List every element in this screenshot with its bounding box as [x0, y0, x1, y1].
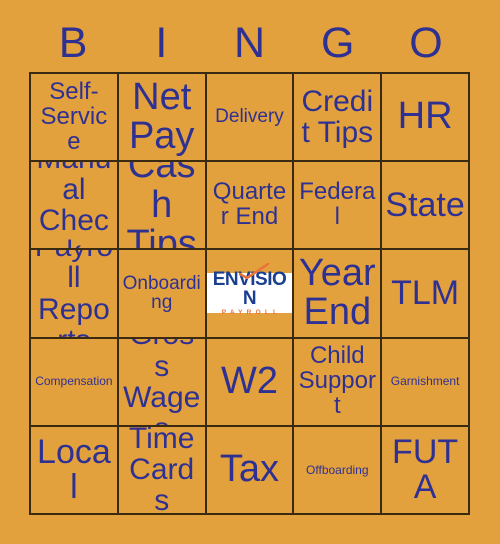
bingo-cell[interactable]: Onboarding	[118, 250, 207, 339]
bingo-cell[interactable]: Federal	[294, 162, 383, 251]
bingo-cell[interactable]: HR	[382, 74, 470, 163]
bingo-header-letter-n: N	[233, 18, 266, 67]
bingo-cell[interactable]: Cash Tips	[118, 162, 207, 251]
bingo-cell[interactable]: Garnishment	[382, 338, 470, 427]
bingo-cell[interactable]: Local	[31, 426, 119, 515]
bingo-header-row: BINGO	[29, 14, 470, 72]
bingo-cell[interactable]: FUTA	[382, 426, 470, 515]
bingo-cell[interactable]: Payroll Reports	[31, 250, 119, 339]
bingo-cell[interactable]: Manual Check	[31, 162, 119, 251]
bingo-cell[interactable]: Year End	[294, 250, 383, 339]
bingo-cell[interactable]: State	[382, 162, 470, 251]
logo-wordmark: ENVISION	[207, 263, 293, 308]
bingo-cell[interactable]: Net Pay	[118, 74, 207, 163]
bingo-free-space-logo-cell[interactable]: ENVISION PAYROLL	[206, 250, 295, 339]
bingo-header-letter-b: B	[58, 18, 88, 67]
bingo-cell[interactable]: TLM	[382, 250, 470, 339]
bingo-header-letter-g: G	[320, 18, 355, 67]
bingo-cell[interactable]: W2	[206, 338, 295, 427]
bingo-cell[interactable]: Credit Tips	[294, 74, 383, 163]
bingo-header-letter-o: O	[409, 18, 443, 67]
bingo-cell[interactable]: Time Cards	[118, 426, 207, 515]
bingo-cell[interactable]: Child Support	[294, 338, 383, 427]
logo-subtext: PAYROLL	[221, 309, 282, 317]
bingo-card: B I N G O Self-Service Net Pay Delivery Credit …	[0, 0, 500, 544]
bingo-cell[interactable]: Self-Service	[31, 74, 119, 163]
bingo-cell[interactable]: Delivery	[206, 74, 295, 163]
bingo-cell[interactable]: Offboarding	[294, 426, 383, 515]
bingo-header-letter-i: I	[155, 18, 168, 67]
bingo-grid: Self-Service Net Pay Delivery Credit Tips HR…	[29, 72, 470, 515]
bingo-cell[interactable]: Tax	[206, 426, 295, 515]
bingo-cell[interactable]: Compensation	[31, 338, 119, 427]
checkmark-icon	[238, 263, 269, 280]
bingo-cell[interactable]: Gross Wages	[118, 338, 207, 427]
bingo-cell[interactable]: Quarter End	[206, 162, 295, 251]
envision-payroll-logo: ENVISION PAYROLL	[206, 263, 293, 316]
